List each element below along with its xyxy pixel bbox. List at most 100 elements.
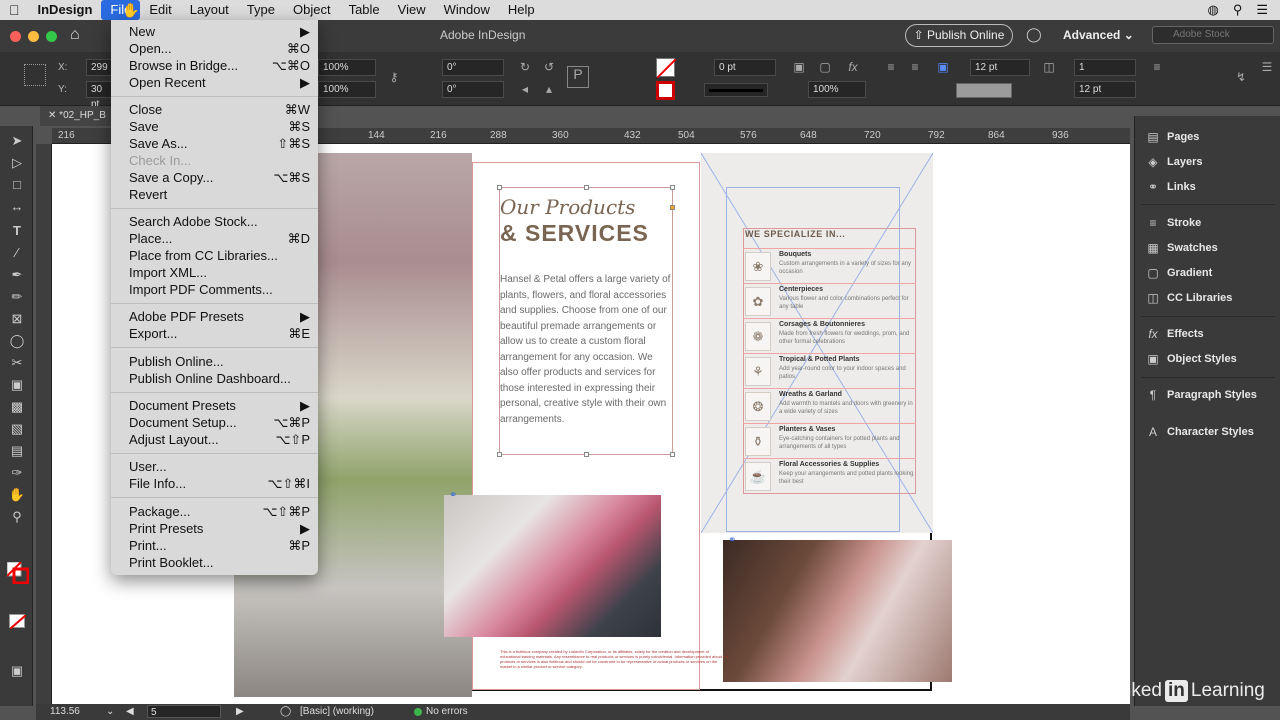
swatches-panel-tab[interactable]: Swatches <box>1167 242 1218 254</box>
file-menu-item[interactable]: User... <box>129 458 310 475</box>
file-menu-item[interactable]: Document Setup... ⌥⌘P <box>129 414 310 431</box>
file-menu-item[interactable]: Save As... ⇧⌘S <box>129 135 310 152</box>
zoom-field[interactable]: 113.56 <box>50 704 80 720</box>
eyedropper-tool-icon[interactable]: ✑ <box>8 464 26 482</box>
scale-x-field[interactable]: 100% <box>318 59 376 76</box>
frame-handle[interactable] <box>670 185 675 190</box>
flip-vertical-icon[interactable]: ▴ <box>542 82 556 96</box>
line-tool-icon[interactable]: ∕ <box>8 244 26 262</box>
page-tool-icon[interactable]: □ <box>8 176 26 194</box>
file-menu-item[interactable]: Export... ⌘E <box>129 325 310 342</box>
align-left-icon[interactable]: ≡ <box>884 60 898 74</box>
publish-online-button[interactable]: ⇧ Publish Online <box>905 24 1013 47</box>
reference-point-icon[interactable] <box>24 64 46 86</box>
file-menu-item[interactable]: Publish Online Dashboard... <box>129 370 310 387</box>
file-menu-item[interactable]: Print Booklet... <box>129 554 310 571</box>
file-menu-item[interactable]: Adobe PDF Presets ▶ <box>129 308 310 325</box>
creative-cloud-icon[interactable]: ◍ <box>1207 2 1218 18</box>
file-menu-item[interactable]: Revert <box>129 186 310 203</box>
frame-handle[interactable] <box>670 205 675 210</box>
service-row[interactable]: ☕ Floral Accessories & Supplies Keep your … <box>743 458 916 493</box>
file-menu-item[interactable]: Place... ⌘D <box>129 230 310 247</box>
selection-tool-icon[interactable]: ➤ <box>8 132 26 150</box>
service-row[interactable]: ❂ Wreaths & Garland Add warmth to mantels … <box>743 388 916 423</box>
opacity-field[interactable]: 100% <box>808 81 866 98</box>
rotate-ccw-icon[interactable]: ↺ <box>542 60 556 74</box>
links-panel-tab[interactable]: Links <box>1167 181 1196 193</box>
scale-y-field[interactable]: 100% <box>318 81 376 98</box>
rectangle-frame-tool-icon[interactable]: ⊠ <box>8 310 26 328</box>
constrain-link-icon[interactable]: ⚷ <box>387 70 401 84</box>
menu-view[interactable]: View <box>389 0 435 20</box>
file-menu-item[interactable]: File Info... ⌥⇧⌘I <box>129 475 310 492</box>
align-center-icon[interactable]: ≡ <box>908 60 922 74</box>
workspace-switcher[interactable]: Advanced ⌄ <box>1063 28 1134 42</box>
file-menu-item[interactable]: Browse in Bridge... ⌥⌘O <box>129 57 310 74</box>
page-nav-next-icon[interactable]: ▶ <box>236 704 244 720</box>
effects-fx-icon[interactable]: fx <box>846 60 860 74</box>
apple-icon[interactable]:  <box>0 0 29 20</box>
zoom-tool-icon[interactable]: ⚲ <box>8 508 26 526</box>
spotlight-search-icon[interactable]: ⚲ <box>1233 2 1243 18</box>
pen-tool-icon[interactable]: ✒ <box>8 266 26 284</box>
file-menu-item[interactable]: Adjust Layout... ⌥⇧P <box>129 431 310 448</box>
character-styles-panel-tab[interactable]: Character Styles <box>1167 426 1254 438</box>
service-row[interactable]: ✿ Centerpieces Various flower and color co… <box>743 283 916 318</box>
file-menu-item[interactable]: Import PDF Comments... <box>129 281 310 298</box>
file-menu-item[interactable]: New ▶ <box>129 23 310 40</box>
file-menu-item[interactable]: Save a Copy... ⌥⌘S <box>129 169 310 186</box>
gradient-panel-tab[interactable]: Gradient <box>1167 267 1212 279</box>
x-field[interactable]: 299 <box>86 59 112 76</box>
gradient-feather-tool-icon[interactable]: ▧ <box>8 420 26 438</box>
scissors-tool-icon[interactable]: ✂ <box>8 354 26 372</box>
page-number-field[interactable]: 5 <box>147 705 221 718</box>
direct-selection-tool-icon[interactable]: ▷ <box>8 154 26 172</box>
stroke-weight-field[interactable]: 0 pt <box>714 59 776 76</box>
service-row[interactable]: ❀ Bouquets Custom arrangements in a variet… <box>743 248 916 283</box>
menu-table[interactable]: Table <box>340 0 389 20</box>
type-tool-icon[interactable]: T <box>8 222 26 240</box>
file-menu-item[interactable]: Import XML... <box>129 264 310 281</box>
body-copy[interactable]: Hansel & Petal offers a large variety of… <box>500 272 672 427</box>
gap-tool-icon[interactable]: ↔ <box>8 198 26 216</box>
disclaimer-text[interactable]: This is a fictitious company created by … <box>500 649 730 669</box>
lightbulb-icon[interactable]: ◯ <box>1026 26 1042 43</box>
fill-swatch[interactable] <box>656 58 677 79</box>
headline-our-products[interactable]: Our Products <box>500 195 635 219</box>
close-window-button[interactable] <box>10 31 21 42</box>
gradient-swatch-tool-icon[interactable]: ▩ <box>8 398 26 416</box>
service-row[interactable]: ❁ Corsages & Boutonnieres Made from fresh … <box>743 318 916 353</box>
file-menu-item[interactable]: Open... ⌘O <box>129 40 310 57</box>
fill-stroke-icon[interactable] <box>6 561 30 585</box>
file-menu-item[interactable]: Save ⌘S <box>129 118 310 135</box>
columns-field[interactable]: 1 <box>1074 59 1136 76</box>
columns-icon[interactable]: ◫ <box>1042 60 1056 74</box>
frame-handle[interactable] <box>584 185 589 190</box>
paragraph-styles-panel-tab[interactable]: Paragraph Styles <box>1167 389 1257 401</box>
crop-icon[interactable]: ▣ <box>792 60 806 74</box>
layers-panel-tab[interactable]: Layers <box>1167 156 1202 168</box>
menu-object[interactable]: Object <box>284 0 340 20</box>
service-row[interactable]: ⚱ Planters & Vases Eye-catching containers… <box>743 423 916 458</box>
menu-window[interactable]: Window <box>435 0 499 20</box>
file-menu-item[interactable]: Package... ⌥⇧⌘P <box>129 503 310 520</box>
page-nav-prev-icon[interactable]: ◀ <box>126 704 134 720</box>
gutter-field-1[interactable]: 12 pt <box>970 59 1030 76</box>
pages-panel-tab[interactable]: Pages <box>1167 131 1199 143</box>
headline-services[interactable]: & SERVICES <box>500 220 649 247</box>
frame-handle[interactable] <box>497 185 502 190</box>
menu-type[interactable]: Type <box>238 0 284 20</box>
text-frame-icon[interactable]: P <box>567 66 589 88</box>
hand-tool-icon[interactable]: ✋ <box>8 486 26 504</box>
menu-help[interactable]: Help <box>499 0 544 20</box>
menu-edit[interactable]: Edit <box>140 0 180 20</box>
apply-none-icon[interactable] <box>9 614 27 630</box>
minimize-window-button[interactable] <box>28 31 39 42</box>
ellipse-tool-icon[interactable]: ◯ <box>8 332 26 350</box>
file-menu-item[interactable]: Open Recent ▶ <box>129 74 310 91</box>
style-preview-select[interactable] <box>956 83 1012 98</box>
file-menu-item[interactable]: Print... ⌘P <box>129 537 310 554</box>
menu-layout[interactable]: Layout <box>181 0 238 20</box>
free-transform-tool-icon[interactable]: ▣ <box>8 376 26 394</box>
bouquet-image[interactable] <box>444 495 661 637</box>
